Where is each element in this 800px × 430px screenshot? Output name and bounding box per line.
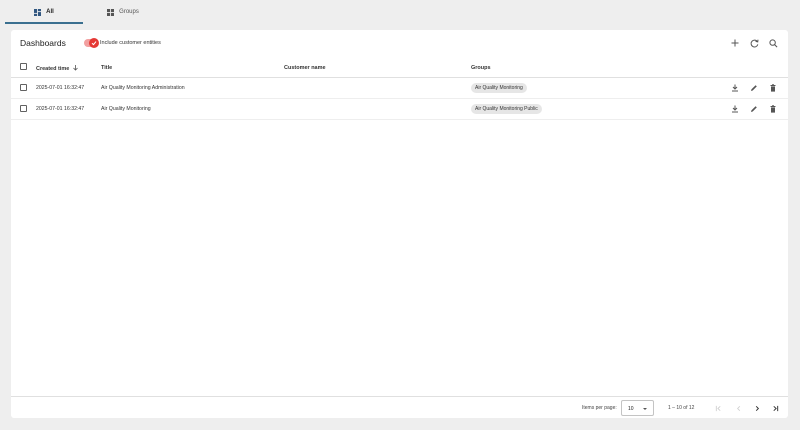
column-groups[interactable]: Groups [471,65,491,71]
next-page-button[interactable] [752,403,762,413]
row-created-time: 2025-07-01 16:32:47 [36,85,85,91]
tab-groups[interactable]: Groups [84,0,162,24]
last-page-button[interactable] [770,403,780,413]
first-page-button[interactable] [713,403,723,413]
dashboard-grid-icon [34,8,42,16]
refresh-icon [750,39,759,47]
export-button[interactable] [730,83,740,93]
last-page-icon [772,405,778,411]
groups-grid-icon [107,8,115,16]
column-created-time-label: Created time [36,66,70,72]
first-page-icon [715,405,721,411]
trash-icon [770,84,776,92]
toggle-knob [89,38,99,48]
include-customer-label: Include customer entities [100,40,161,46]
row-title: Air Quality Monitoring [101,106,151,112]
refresh-button[interactable] [749,38,759,48]
row-title: Air Quality Monitoring Administration [101,85,185,91]
previous-page-button[interactable] [733,403,743,413]
items-per-page-label: Items per page: [582,405,617,411]
items-per-page-select[interactable]: 10 [621,400,654,416]
group-chip[interactable]: Air Quality Monitoring Public [471,104,542,114]
row-checkbox[interactable] [20,105,27,112]
active-tab-indicator [5,22,83,24]
pencil-icon [751,106,757,112]
items-per-page-value: 10 [628,406,634,412]
download-icon [732,105,738,113]
download-icon [732,84,738,92]
chevron-right-icon [755,405,759,411]
chevron-down-icon [643,408,647,410]
export-button[interactable] [730,104,740,114]
search-icon [768,38,777,47]
chevron-left-icon [736,405,740,411]
row-checkbox[interactable] [20,84,27,91]
tab-all[interactable]: All [5,0,83,24]
column-customer-name[interactable]: Customer name [284,65,326,71]
page-range-label: 1 – 10 of 12 [668,405,695,411]
paginator: Items per page: 10 1 – 10 of 12 [11,396,788,418]
row-created-time: 2025-07-01 16:32:47 [36,106,85,112]
table-row[interactable]: 2025-07-01 16:32:47 Air Quality Monitori… [11,78,788,99]
column-title[interactable]: Title [101,65,112,71]
table-header: Created time Title Customer name Groups [11,57,788,78]
trash-icon [770,105,776,113]
delete-button[interactable] [768,83,778,93]
add-icon [731,39,739,47]
column-created-time[interactable]: Created time [36,65,78,72]
edit-button[interactable] [749,104,759,114]
include-customer-toggle[interactable] [84,38,99,48]
edit-button[interactable] [749,83,759,93]
page-title: Dashboards [20,38,66,48]
add-button[interactable] [730,38,740,48]
search-button[interactable] [768,38,778,48]
sort-arrow-down-icon [73,65,78,71]
table-row[interactable]: 2025-07-01 16:32:47 Air Quality Monitori… [11,99,788,120]
dashboards-card: Dashboards Include customer entities Cre… [11,30,788,418]
tab-all-label: All [46,9,54,15]
delete-button[interactable] [768,104,778,114]
pencil-icon [751,85,757,91]
group-chip[interactable]: Air Quality Monitoring [471,83,527,93]
tab-bar: All Groups [0,0,800,26]
check-icon [91,41,97,46]
tab-groups-label: Groups [119,9,139,15]
select-all-checkbox[interactable] [20,63,27,70]
